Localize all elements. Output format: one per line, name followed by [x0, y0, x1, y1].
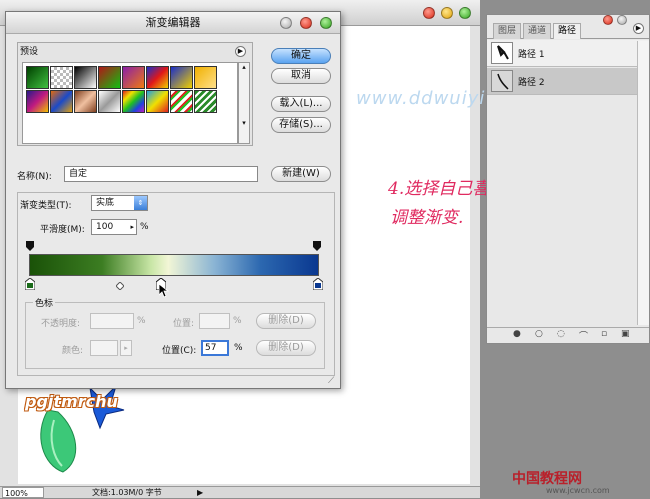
preset-swatch[interactable]	[50, 90, 73, 113]
chevron-right-icon[interactable]: ▸	[130, 220, 134, 234]
chevron-updown-icon: ⇕	[134, 196, 147, 210]
stops-legend: 色标	[33, 296, 56, 309]
smoothness-unit: %	[140, 222, 149, 232]
tab-channels[interactable]: 通道	[523, 23, 552, 39]
presets-label: 预设	[20, 47, 39, 57]
color-swatch-field	[90, 340, 118, 356]
preset-swatch[interactable]	[170, 90, 193, 113]
fill-path-icon[interactable]: ●	[513, 329, 521, 339]
gradient-editor-dialog: 渐变编辑器 预设 ▶ ▴ ▾ 确定 取消 载入(L)... 存储(S)... 名称…	[5, 11, 341, 389]
gradient-type-value: 实底	[96, 198, 115, 208]
name-label: 名称(N):	[17, 172, 52, 182]
preset-swatch[interactable]	[74, 90, 97, 113]
preset-swatch[interactable]	[170, 66, 193, 89]
gradient-preview-bar[interactable]	[29, 254, 319, 276]
preset-swatch[interactable]	[26, 90, 49, 113]
delete-color-stop-button: 删除(D)	[256, 340, 316, 356]
mouse-cursor-icon	[159, 284, 169, 298]
color-stop-right[interactable]	[313, 278, 323, 290]
dialog-zoom-button[interactable]	[320, 17, 332, 29]
dialog-minimize-button[interactable]	[300, 17, 312, 29]
smoothness-input[interactable]: 100 ▸	[91, 219, 137, 235]
doc-info-text: 文档:1.03M/0 字节	[92, 488, 162, 497]
panel-scrollbar[interactable]	[637, 41, 649, 325]
location-label-opacity: 位置:	[173, 319, 195, 329]
tab-layers[interactable]: 图层	[493, 23, 522, 39]
color-stop-left[interactable]	[25, 278, 35, 290]
location-input-opacity	[199, 313, 230, 329]
panel-close-button[interactable]	[603, 15, 613, 25]
path-thumbnail-icon	[491, 70, 513, 92]
opacity-stop-right[interactable]	[313, 241, 321, 251]
location-unit-color: %	[234, 343, 243, 353]
preset-swatch[interactable]	[74, 66, 97, 89]
make-work-path-icon[interactable]: ⌒	[579, 329, 588, 342]
location-input-color[interactable]: 57	[201, 340, 229, 356]
doc-zoom-button[interactable]	[459, 7, 471, 19]
new-path-icon[interactable]: ▫	[601, 329, 607, 339]
new-button[interactable]: 新建(W)	[271, 166, 331, 182]
status-bar: 100% 文档:1.03M/0 字节 ▶	[0, 486, 480, 498]
smoothness-label: 平滑度(M):	[40, 225, 85, 235]
delete-opacity-stop-button: 删除(D)	[256, 313, 316, 329]
ok-button[interactable]: 确定	[271, 48, 331, 64]
color-label: 颜色:	[62, 346, 84, 356]
preset-swatch[interactable]	[146, 90, 169, 113]
preset-swatch[interactable]	[194, 90, 217, 113]
opacity-unit: %	[137, 316, 146, 326]
annotation-line-2: 调整渐变.	[390, 208, 464, 228]
preset-swatch[interactable]	[146, 66, 169, 89]
panel-footer: ● ○ ◌ ⌒ ▫ ▣	[487, 327, 649, 343]
midpoint-diamond-icon[interactable]	[116, 282, 124, 290]
preset-swatch[interactable]	[122, 66, 145, 89]
load-selection-icon[interactable]: ◌	[557, 329, 565, 339]
paths-panel: 图层 通道 路径 ▶ 路径 1 路径 2 ● ○ ◌ ⌒ ▫ ▣	[486, 14, 650, 344]
presets-scrollbar[interactable]: ▴ ▾	[238, 62, 250, 144]
opacity-label: 不透明度:	[41, 319, 81, 329]
delete-path-icon[interactable]: ▣	[621, 329, 630, 339]
presets-menu-icon[interactable]: ▶	[235, 46, 246, 57]
doc-close-button[interactable]	[423, 7, 435, 19]
preset-swatch[interactable]	[194, 66, 217, 89]
opacity-stop-left[interactable]	[26, 241, 34, 251]
preset-swatch[interactable]	[50, 66, 73, 89]
gradient-type-label: 渐变类型(T):	[20, 201, 72, 211]
path-label: 路径 2	[518, 78, 545, 88]
panel-menu-icon[interactable]: ▶	[633, 23, 644, 34]
doc-minimize-button[interactable]	[441, 7, 453, 19]
preset-swatch[interactable]	[122, 90, 145, 113]
brand-text: pgjtmrchu	[25, 392, 118, 411]
zoom-field[interactable]: 100%	[2, 487, 44, 498]
smoothness-value: 100	[96, 222, 114, 232]
color-menu-arrow-icon: ▸	[120, 340, 132, 356]
save-button[interactable]: 存储(S)...	[271, 117, 331, 133]
load-button[interactable]: 载入(L)...	[271, 96, 331, 112]
tab-paths[interactable]: 路径	[553, 23, 582, 39]
resize-grip-icon[interactable]: ⟋	[328, 376, 334, 386]
name-input[interactable]: 自定	[64, 166, 258, 182]
preset-swatch[interactable]	[98, 66, 121, 89]
path-label: 路径 1	[518, 50, 545, 60]
panel-collapse-button[interactable]	[617, 15, 627, 25]
path-thumbnail-icon	[491, 42, 513, 64]
preset-swatch[interactable]	[98, 90, 121, 113]
site-watermark-url: www.jcwcn.com	[546, 486, 610, 495]
site-watermark-name: 中国教程网	[512, 471, 582, 487]
path-row[interactable]: 路径 1	[487, 40, 649, 67]
status-menu-arrow-icon[interactable]: ▶	[197, 487, 203, 498]
location-label-color: 位置(C):	[162, 346, 197, 356]
gradient-type-select[interactable]: 实底 ⇕	[91, 195, 148, 211]
stroke-path-icon[interactable]: ○	[535, 329, 543, 339]
location-unit-opacity: %	[233, 316, 242, 326]
preset-swatch[interactable]	[26, 66, 49, 89]
panel-tab-bar: 图层 通道 路径	[487, 15, 649, 39]
dialog-close-button[interactable]	[280, 17, 292, 29]
cancel-button[interactable]: 取消	[271, 68, 331, 84]
preset-swatches	[22, 62, 238, 144]
path-row[interactable]: 路径 2	[487, 68, 649, 95]
opacity-input	[90, 313, 134, 329]
